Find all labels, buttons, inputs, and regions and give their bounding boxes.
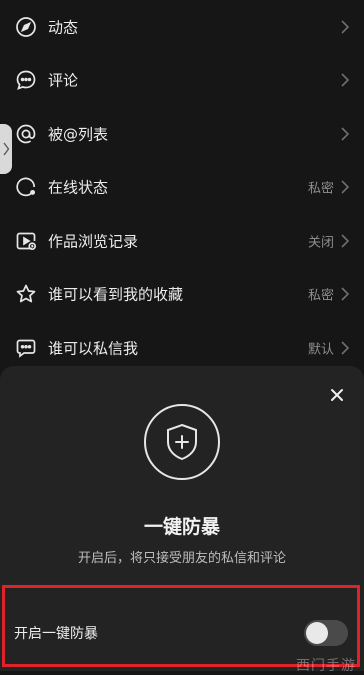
- toggle-label: 开启一键防暴: [14, 626, 98, 642]
- anti-harassment-sheet: 一键防暴 开启后，将只接受朋友的私信和评论 开启一键防暴 西门手游: [0, 366, 364, 674]
- sheet-title: 一键防暴: [143, 516, 220, 538]
- settings-row-mentions[interactable]: 被@列表: [0, 107, 364, 161]
- chevron-right-icon: [2, 142, 9, 156]
- sheet-description: 开启后，将只接受朋友的私信和评论: [77, 551, 286, 566]
- settings-row-online-status[interactable]: 在线状态 私密: [0, 161, 364, 215]
- settings-row-dynamic[interactable]: 动态: [0, 0, 364, 54]
- anti-harassment-switch[interactable]: [304, 620, 348, 646]
- shield-badge: [144, 404, 220, 480]
- side-drawer-handle[interactable]: [0, 124, 12, 174]
- settings-row-comments[interactable]: 评论: [0, 54, 364, 108]
- chevron-right-icon: [340, 20, 350, 34]
- settings-row-label: 谁可以看到我的收藏: [48, 285, 184, 304]
- settings-row-label: 在线状态: [48, 178, 109, 197]
- chevron-right-icon: [340, 180, 350, 194]
- anti-harassment-toggle-row[interactable]: 开启一键防暴: [0, 618, 364, 648]
- chevron-right-icon: [340, 73, 350, 87]
- close-icon[interactable]: [330, 388, 344, 402]
- settings-row-label: 动态: [48, 18, 79, 37]
- star-icon: [15, 283, 37, 305]
- chevron-right-icon: [340, 234, 350, 248]
- settings-row-value: 默认: [307, 342, 334, 358]
- settings-list: 动态 评论 被@列表 在线状态 私密 作品浏览记录 关闭 谁可以看到我的收藏 私…: [0, 0, 364, 375]
- message-icon: [15, 337, 37, 359]
- shield-plus-icon: [167, 423, 197, 461]
- settings-row-label: 被@列表: [48, 125, 109, 144]
- settings-row-value: 私密: [307, 181, 334, 197]
- at-sign-icon: [15, 123, 37, 145]
- play-history-icon: [15, 230, 37, 252]
- chevron-right-icon: [340, 287, 350, 301]
- chevron-right-icon: [340, 341, 350, 355]
- switch-knob: [306, 622, 328, 644]
- settings-row-label: 作品浏览记录: [48, 232, 139, 251]
- chevron-right-icon: [340, 127, 350, 141]
- settings-row-value: 关闭: [307, 235, 334, 251]
- settings-row-label: 评论: [48, 71, 79, 90]
- comment-bubble-icon: [15, 69, 37, 91]
- watermark: 西门手游: [296, 658, 356, 674]
- settings-row-label: 谁可以私信我: [48, 339, 139, 358]
- settings-row-favorites-visibility[interactable]: 谁可以看到我的收藏 私密: [0, 268, 364, 322]
- online-status-icon: [15, 176, 37, 198]
- compass-icon: [15, 16, 37, 38]
- settings-row-value: 私密: [307, 288, 334, 304]
- settings-row-view-history[interactable]: 作品浏览记录 关闭: [0, 214, 364, 268]
